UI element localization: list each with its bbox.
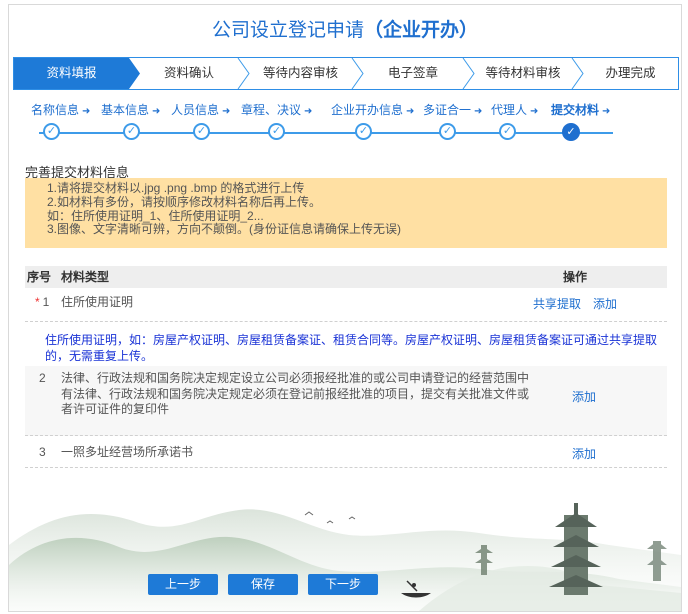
progress-step-material-review: 等待材料审核 xyxy=(485,66,561,80)
arrow-right-icon: ➜ xyxy=(222,106,231,117)
arrow-right-icon: ➜ xyxy=(474,106,483,117)
row-index: * 1 xyxy=(35,295,50,309)
table-row: 3 一照多址经营场所承诺书 添加 xyxy=(25,442,667,462)
row-divider xyxy=(25,435,667,436)
check-icon: ✓ xyxy=(562,123,580,141)
material-name: 住所使用证明 xyxy=(61,295,134,309)
progress-step-confirm: 资料确认 xyxy=(163,66,214,80)
check-icon: ✓ xyxy=(268,123,285,140)
row-divider xyxy=(25,321,667,322)
notice-line: 2.如材料有多份，请按顺序修改材料名称后再上传。 xyxy=(47,194,322,209)
hint-text: 住所使用证明，如：房屋产权证明、房屋租赁备案证、租赁合同等。房屋产权证明、房屋租… xyxy=(45,333,658,363)
material-name: 法律、行政法规和国务院决定规定设立公司必须报经批准的或公司申请登记的经营范围中 … xyxy=(61,371,530,416)
add-link[interactable]: 添加 xyxy=(572,445,596,462)
arrow-right-icon: ➜ xyxy=(530,106,539,117)
share-extract-link[interactable]: 共享提取 xyxy=(533,295,581,312)
arrow-right-icon: ➜ xyxy=(82,106,91,117)
check-icon: ✓ xyxy=(499,123,516,140)
check-icon: ✓ xyxy=(43,123,60,140)
upload-notice: 1.请将提交材料以.jpg .png .bmp 的格式进行上传 2.如材料有多份… xyxy=(25,178,667,248)
header-action: 操作 xyxy=(563,270,588,284)
save-button[interactable]: 保存 xyxy=(228,574,298,595)
check-icon: ✓ xyxy=(439,123,456,140)
header-index: 序号 xyxy=(27,270,52,284)
arrow-right-icon: ➜ xyxy=(406,106,415,117)
material-name: 一照多址经营场所承诺书 xyxy=(61,445,194,459)
prev-button[interactable]: 上一步 xyxy=(148,574,218,595)
add-link[interactable]: 添加 xyxy=(593,295,617,312)
header-type: 材料类型 xyxy=(61,270,110,284)
progress-step-complete: 办理完成 xyxy=(605,66,656,80)
notice-line: 3.图像、文字清晰可辨，方向不颠倒。(身份证信息请确保上传无误) xyxy=(47,222,402,237)
table-header: 序号 材料类型 操作 xyxy=(25,266,667,288)
arrow-right-icon: ➜ xyxy=(602,106,611,117)
required-mark: * xyxy=(35,295,40,309)
table-row: 2 法律、行政法规和国务院决定规定设立公司必须报经批准的或公司申请登记的经营范围… xyxy=(25,369,667,429)
check-icon: ✓ xyxy=(123,123,140,140)
next-button[interactable]: 下一步 xyxy=(308,574,378,595)
page-title: 公司设立登记申请（企业开办） xyxy=(211,20,479,41)
progress-step-fill-in: 资料填报 xyxy=(46,66,97,80)
add-link[interactable]: 添加 xyxy=(572,388,596,405)
row-index: 2 xyxy=(39,371,46,385)
progress-step-e-signature: 电子签章 xyxy=(387,66,438,80)
table-row: * 1 住所使用证明 共享提取 添加 xyxy=(25,291,667,311)
notice-line: 1.请将提交材料以.jpg .png .bmp 的格式进行上传 xyxy=(47,181,305,195)
progress-step-content-review: 等待内容审核 xyxy=(262,66,338,80)
check-icon: ✓ xyxy=(193,123,210,140)
progress-bar: 资料填报 资料确认 等待内容审核 电子签章 等待材料审核 办理完成 xyxy=(13,57,679,90)
arrow-right-icon: ➜ xyxy=(152,106,161,117)
arrow-right-icon: ➜ xyxy=(304,106,313,117)
row-divider xyxy=(25,467,667,468)
check-icon: ✓ xyxy=(355,123,372,140)
page-frame: 公司设立登记申请（企业开办） 资料填报 资料确认 等待内容审核 电子签章 等待材… xyxy=(8,4,682,612)
sub-step-nav: 名称信息 ➜ ✓ 基本信息 ➜ ✓ 人员信息 ➜ ✓ 章程、决议 ➜ ✓ 企业开办信息 ➜… xyxy=(23,101,643,145)
row-index: 3 xyxy=(39,445,46,459)
